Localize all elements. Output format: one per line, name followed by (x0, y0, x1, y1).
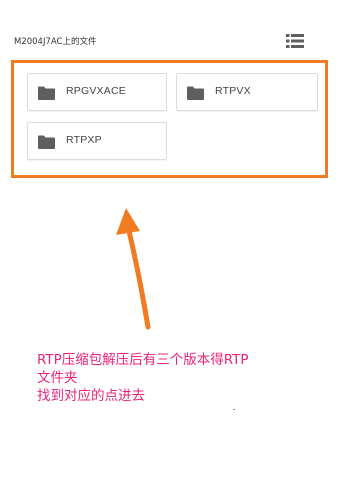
folder-name: RTPXP (66, 134, 102, 146)
folder-icon (38, 135, 55, 149)
folder-item-rtpvx[interactable]: RTPVX (176, 73, 318, 111)
header: M2004J7AC上的文件 (0, 0, 343, 60)
annotation-line: 找到对应的点进去 (37, 388, 145, 404)
annotation-text: RTP压缩包解压后有三个版本得RTP 文件夹 找到对应的点进去 (37, 351, 249, 405)
file-browser-screen: M2004J7AC上的文件 RPGVXACE RTPVX RTPXP RTP压缩… (0, 0, 343, 482)
page-title: M2004J7AC上的文件 (14, 37, 97, 47)
folder-name: RTPVX (215, 85, 251, 97)
arrow-up-icon (116, 208, 151, 330)
folder-icon (187, 86, 204, 100)
annotation-line: RTP压缩包解压后有三个版本得RTP (37, 352, 249, 368)
folder-icon (38, 86, 55, 100)
folder-item-rtpxp[interactable]: RTPXP (27, 122, 167, 160)
annotation-line: 文件夹 (37, 370, 78, 386)
list-view-icon[interactable] (286, 33, 304, 49)
folder-name: RPGVXACE (66, 85, 126, 97)
folder-item-rpgvxace[interactable]: RPGVXACE (27, 73, 167, 111)
speck (233, 409, 235, 410)
